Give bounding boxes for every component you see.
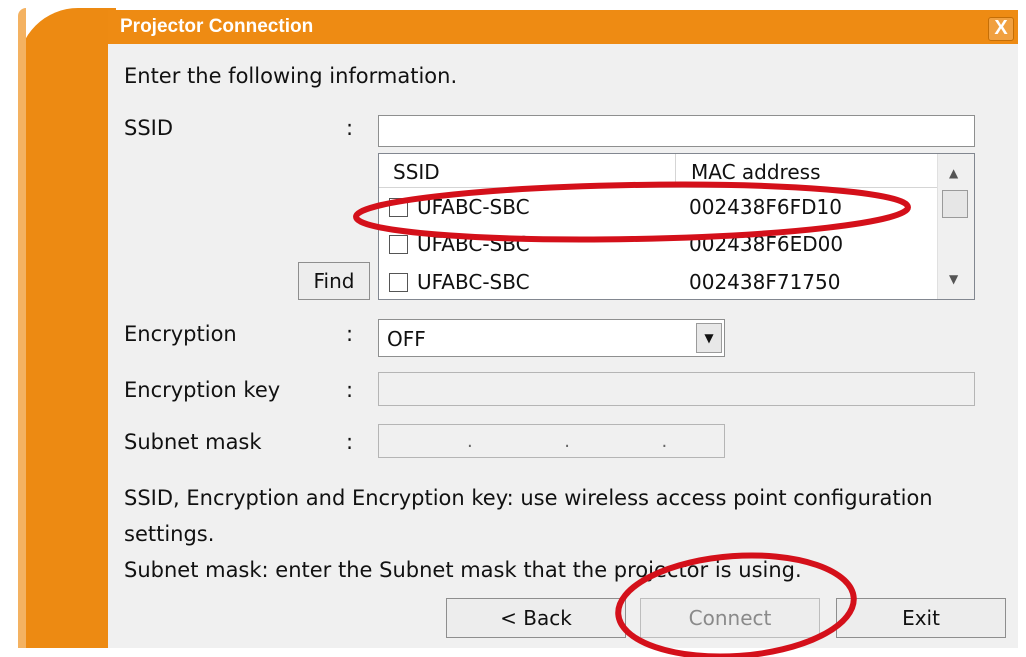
- chevron-down-icon[interactable]: ▼: [696, 323, 722, 353]
- orange-side-band: [18, 8, 116, 648]
- connect-button[interactable]: Connect: [640, 598, 820, 638]
- ssid-list-header: SSID MAC address: [379, 154, 939, 188]
- scroll-up-arrow-icon[interactable]: ▲: [949, 166, 958, 180]
- subnet-mask-colon: :: [346, 430, 354, 454]
- list-item-ssid: UFABC-SBC: [417, 195, 530, 219]
- list-item[interactable]: UFABC-SBC 002438F71750: [379, 264, 939, 299]
- title-bar: Projector Connection X: [108, 10, 1018, 44]
- encryption-select[interactable]: OFF ▼: [378, 319, 725, 357]
- checkbox[interactable]: [389, 198, 408, 217]
- subnet-mask-input[interactable]: . . .: [378, 424, 725, 458]
- window-title: Projector Connection: [120, 16, 314, 37]
- scroll-thumb[interactable]: [942, 190, 968, 218]
- encryption-label: Encryption: [124, 322, 237, 346]
- list-item-ssid: UFABC-SBC: [417, 270, 530, 294]
- list-item[interactable]: UFABC-SBC 002438F6FD10: [379, 189, 939, 227]
- note-line-1: SSID, Encryption and Encryption key: use…: [124, 486, 933, 510]
- list-item-mac: 002438F6FD10: [689, 195, 842, 219]
- checkbox[interactable]: [389, 273, 408, 292]
- encryption-key-colon: :: [346, 378, 354, 402]
- column-separator: [675, 154, 676, 187]
- ssid-label: SSID: [124, 116, 174, 140]
- close-button[interactable]: X: [988, 17, 1014, 41]
- encryption-value: OFF: [387, 327, 426, 351]
- column-header-ssid[interactable]: SSID: [393, 160, 440, 184]
- list-item-ssid: UFABC-SBC: [417, 232, 530, 256]
- subnet-mask-label: Subnet mask: [124, 430, 262, 454]
- column-header-mac-address[interactable]: MAC address: [691, 160, 820, 184]
- list-item[interactable]: UFABC-SBC 002438F6ED00: [379, 226, 939, 264]
- back-button[interactable]: < Back: [446, 598, 626, 638]
- ssid-input[interactable]: [378, 115, 975, 147]
- ssid-list-scrollbar[interactable]: ▲ ▼: [937, 154, 974, 299]
- note-line-2: settings.: [124, 522, 215, 546]
- checkbox[interactable]: [389, 235, 408, 254]
- ssid-list[interactable]: SSID MAC address UFABC-SBC 002438F6FD10 …: [378, 153, 975, 300]
- exit-button[interactable]: Exit: [836, 598, 1006, 638]
- instructions-text: Enter the following information.: [124, 64, 458, 88]
- encryption-colon: :: [346, 322, 354, 346]
- scroll-down-arrow-icon[interactable]: ▼: [949, 272, 958, 286]
- encryption-key-label: Encryption key: [124, 378, 281, 402]
- list-item-mac: 002438F71750: [689, 270, 841, 294]
- encryption-key-input[interactable]: [378, 372, 975, 406]
- note-line-3: Subnet mask: enter the Subnet mask that …: [124, 558, 802, 582]
- ssid-colon: :: [346, 116, 354, 140]
- list-item-mac: 002438F6ED00: [689, 232, 844, 256]
- subnet-mask-dots: . . .: [467, 431, 668, 452]
- find-button[interactable]: Find: [298, 262, 370, 300]
